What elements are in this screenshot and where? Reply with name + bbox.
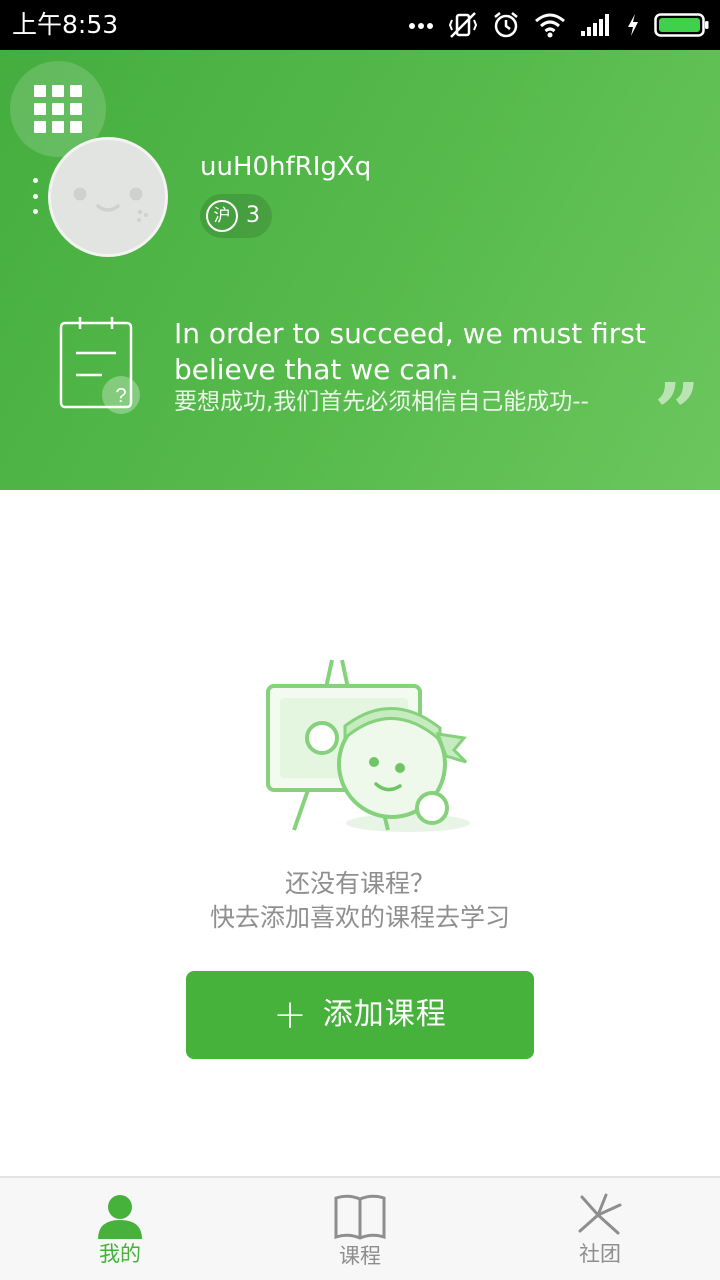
nav-item-community[interactable]: 社团 xyxy=(480,1178,720,1280)
signal-icon xyxy=(581,14,609,36)
avatar[interactable] xyxy=(48,137,168,257)
quote-chinese: 要想成功,我们首先必须相信自己能成功-- xyxy=(174,389,589,415)
alarm-icon xyxy=(494,12,518,38)
username: uuH0hfRIgXq xyxy=(200,152,372,182)
more-dots-icon xyxy=(409,23,433,29)
profile-header: uuH0hfRIgXq 沪 3 ? In order to succeed, w… xyxy=(0,50,720,490)
nav-item-courses[interactable]: 课程 xyxy=(240,1178,480,1280)
level-number: 3 xyxy=(246,203,260,228)
add-course-button[interactable]: + 添加课程 xyxy=(186,971,534,1059)
svg-text:?: ? xyxy=(115,385,126,407)
status-bar: 上午8:53 xyxy=(0,0,720,50)
community-icon xyxy=(578,1193,622,1235)
empty-course-illustration xyxy=(266,659,470,832)
quote-mark-icon: ” xyxy=(654,365,701,459)
empty-state-subtitle: 快去添加喜欢的课程去学习 xyxy=(209,903,510,932)
add-course-label: 添加课程 xyxy=(322,997,447,1032)
plus-icon: + xyxy=(273,992,307,1038)
book-icon xyxy=(334,1194,386,1240)
empty-state-title: 还没有课程？ xyxy=(284,869,435,898)
smiley-face-icon xyxy=(73,187,148,222)
nav-item-mine[interactable]: 我的 xyxy=(0,1178,240,1280)
level-badge: 沪 3 xyxy=(200,194,272,238)
quote-english: In order to succeed, we must first belie… xyxy=(174,317,646,386)
charging-icon xyxy=(628,14,638,36)
wifi-icon xyxy=(535,13,565,38)
clipboard-question-icon: ? xyxy=(59,317,140,414)
grid-icon xyxy=(34,85,82,133)
nav-label-community: 社团 xyxy=(579,1242,621,1266)
nav-label-mine: 我的 xyxy=(99,1242,141,1266)
person-icon xyxy=(98,1195,142,1239)
status-time: 上午8:53 xyxy=(12,10,119,39)
bottom-nav: 我的 课程 社团 xyxy=(0,1176,720,1280)
nav-label-courses: 课程 xyxy=(339,1244,381,1268)
vibrate-off-icon xyxy=(448,12,478,38)
region-badge: 沪 xyxy=(206,200,238,232)
battery-icon xyxy=(654,13,709,37)
status-icons xyxy=(408,8,710,42)
side-dots-icon[interactable] xyxy=(31,178,39,214)
